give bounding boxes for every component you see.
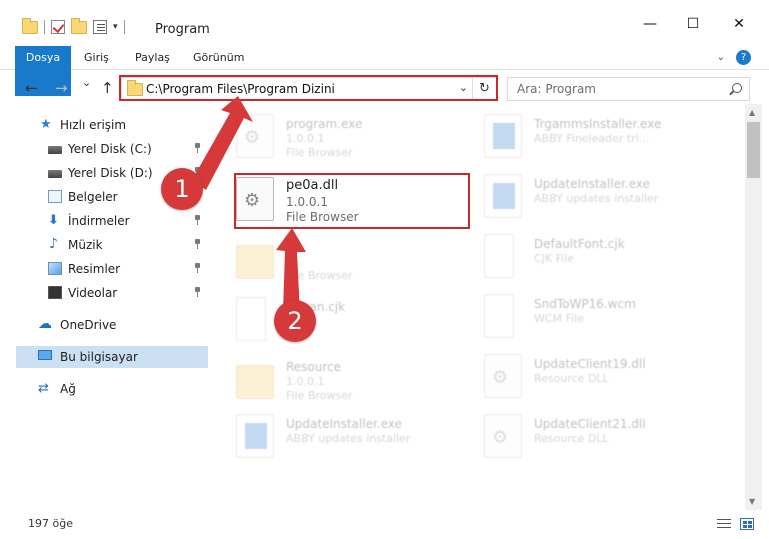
status-bar: 197 öğe	[0, 510, 769, 539]
item-count: 197 öğe	[28, 517, 73, 530]
annotation-arrows	[192, 96, 306, 314]
vertical-scrollbar[interactable]: ▲ ▼	[745, 104, 762, 510]
step-2-badge: 2	[274, 300, 316, 342]
arrow-1	[192, 96, 253, 190]
scroll-up-icon[interactable]: ▲	[749, 108, 755, 117]
tiles-view-icon[interactable]	[740, 518, 754, 530]
scroll-down-icon[interactable]: ▼	[749, 497, 755, 506]
details-view-icon[interactable]	[717, 518, 731, 530]
scroll-thumb[interactable]	[747, 122, 760, 178]
step-1-badge: 1	[161, 168, 203, 210]
